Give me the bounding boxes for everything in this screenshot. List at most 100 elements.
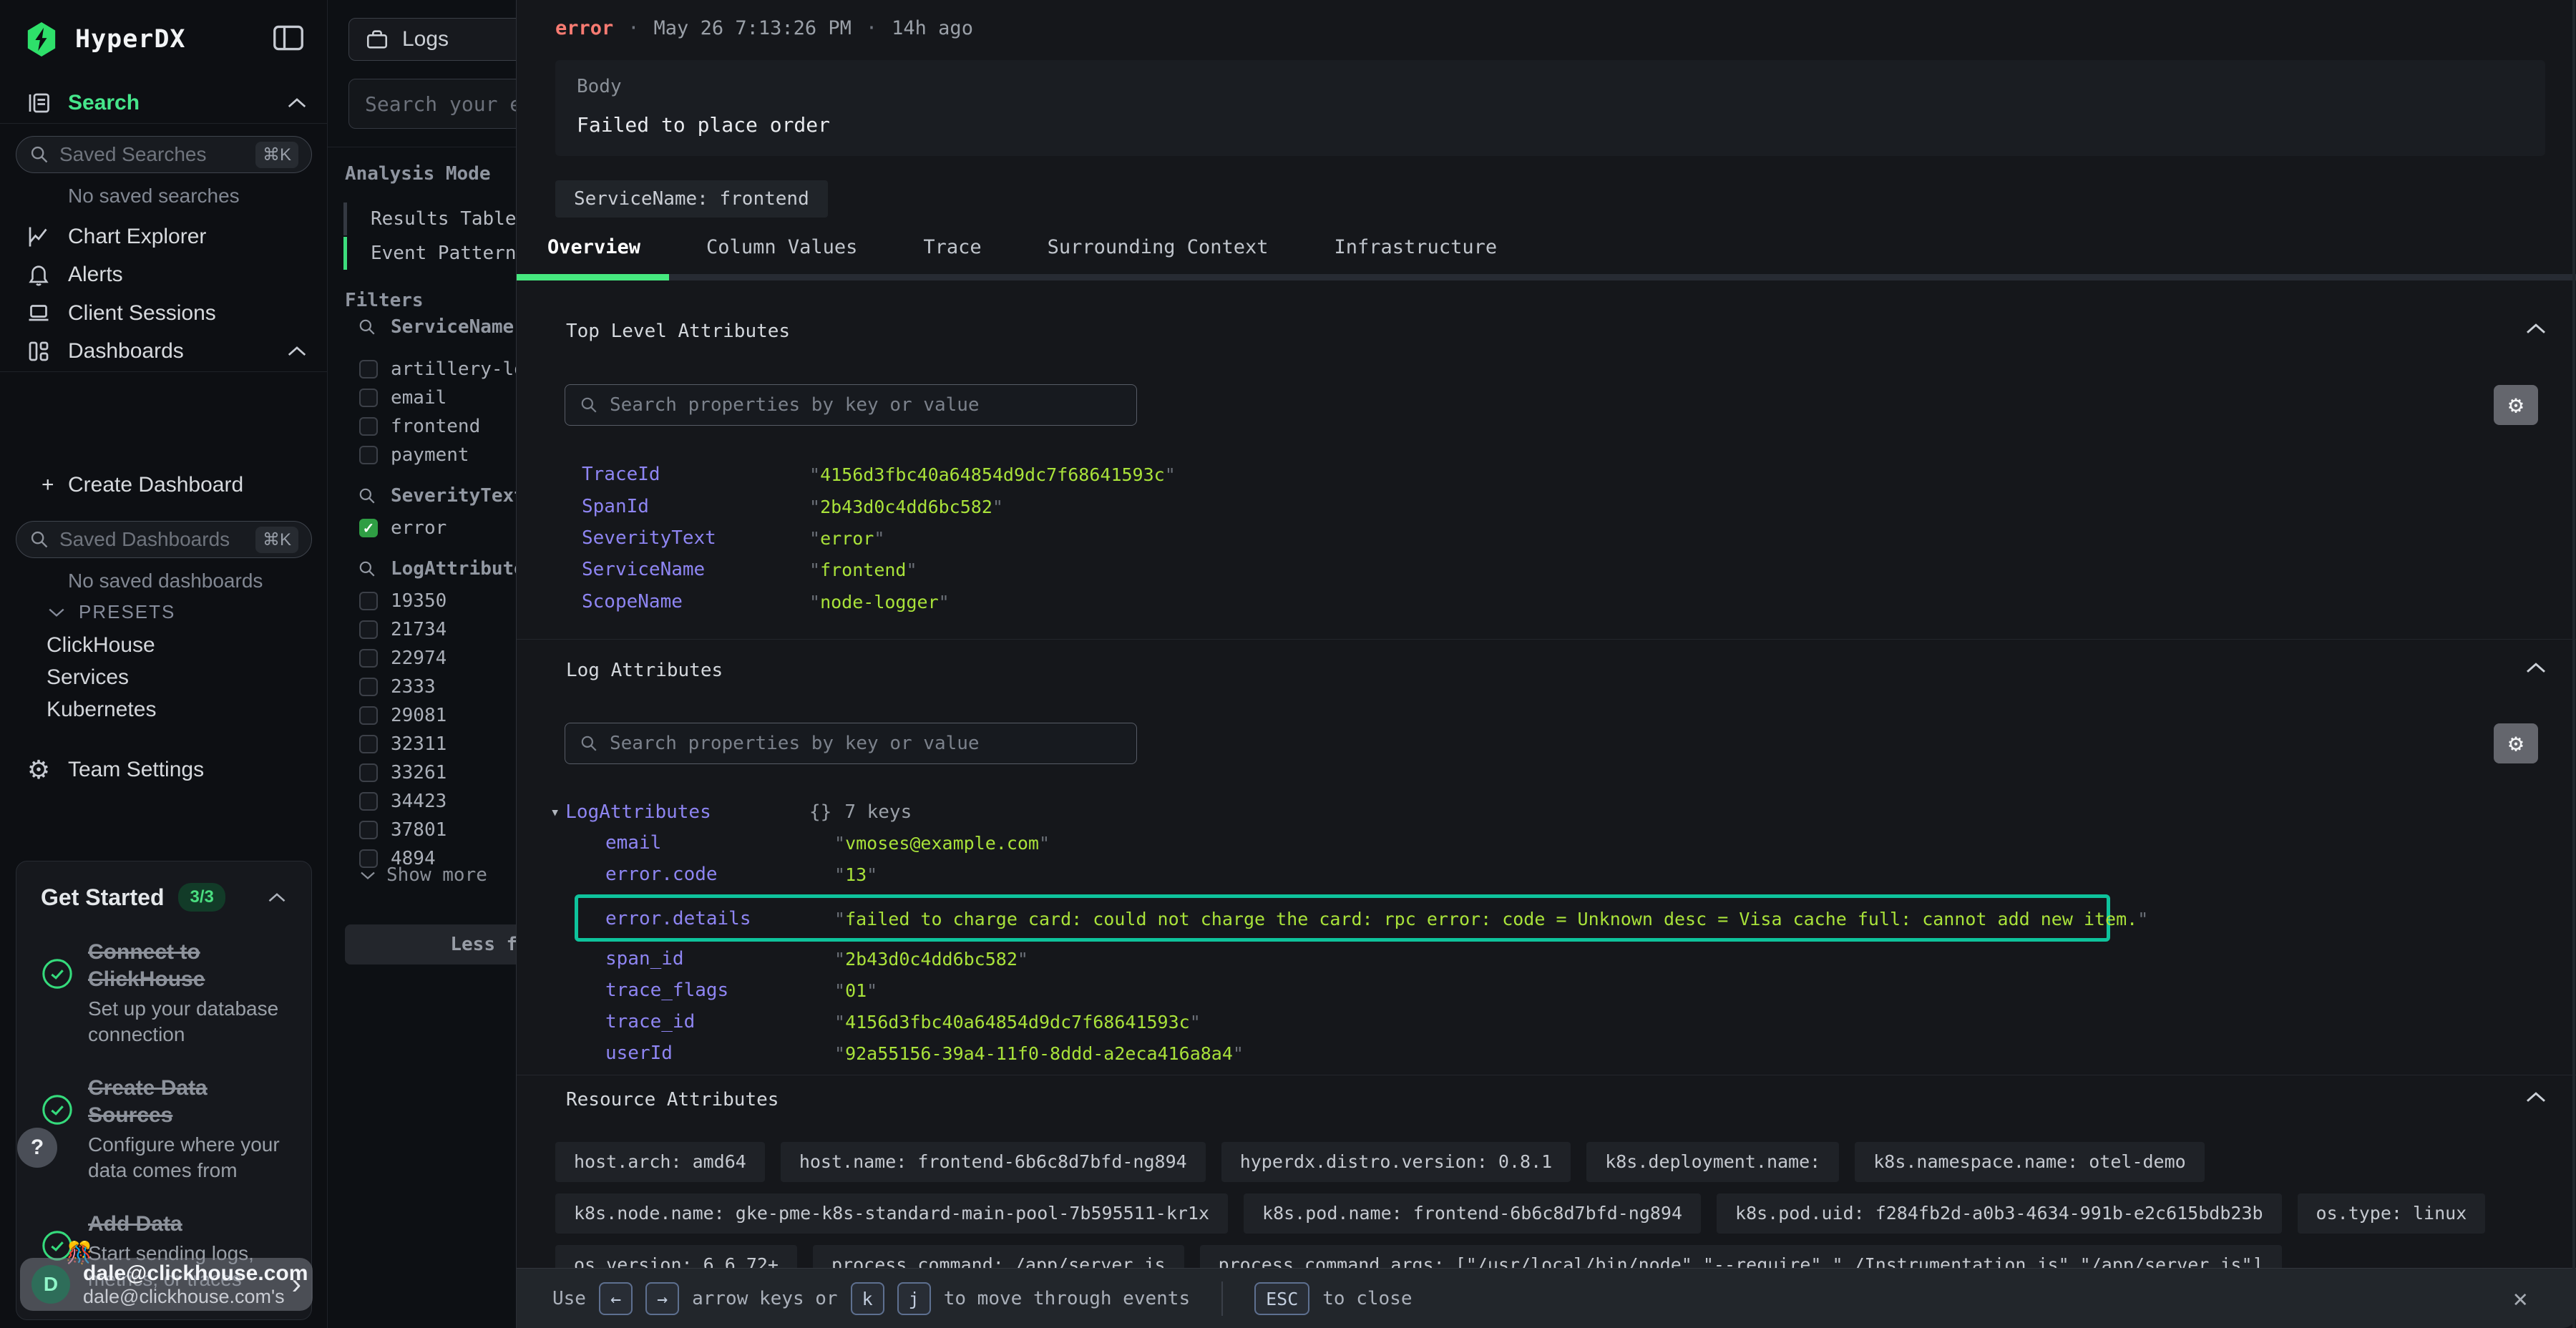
checkbox-icon[interactable] [359, 763, 378, 782]
checkbox-icon[interactable] [359, 792, 378, 811]
filter-group-severitytext[interactable]: SeverityText [358, 485, 516, 507]
resource-chip[interactable]: k8s.pod.name: frontend-6b6c8d7bfd-ng894 [1244, 1193, 1701, 1234]
sidebar-collapse-icon[interactable] [273, 24, 304, 52]
log-attributes-search-input[interactable] [610, 733, 1122, 754]
brand-row[interactable]: HyperDX [25, 21, 186, 57]
source-select[interactable]: Logs [348, 18, 516, 61]
attribute-key[interactable]: email [605, 832, 661, 854]
tab-overview[interactable]: Overview [547, 236, 640, 258]
attribute-key[interactable]: span_id [605, 948, 684, 970]
saved-searches-input[interactable] [59, 143, 245, 166]
filter-option[interactable]: 22974 [359, 644, 447, 673]
close-icon[interactable]: ✕ [2513, 1284, 2527, 1313]
show-more-button[interactable]: Show more [359, 864, 487, 886]
chevron-up-icon[interactable] [286, 97, 308, 109]
filter-option[interactable]: ✓error [359, 514, 447, 542]
resource-chip[interactable]: os.type: linux [2298, 1193, 2486, 1234]
checkbox-icon[interactable] [359, 389, 378, 407]
filter-option[interactable]: payment [359, 441, 469, 469]
checkbox-icon[interactable] [359, 360, 378, 379]
collapse-section-icon[interactable] [2524, 661, 2547, 675]
user-menu[interactable]: D dale@clickhouse.com dale@clickhouse.co… [20, 1258, 313, 1311]
resource-chip[interactable]: k8s.node.name: gke-pme-k8s-standard-main… [555, 1193, 1228, 1234]
saved-dashboards-search[interactable]: ⌘K [16, 521, 312, 558]
collapse-section-icon[interactable] [2524, 1090, 2547, 1104]
filter-option[interactable]: 32311 [359, 730, 447, 758]
attribute-key[interactable]: error.details [605, 908, 751, 929]
checkbox-checked-icon[interactable]: ✓ [359, 519, 378, 537]
sidebar-item-team-settings[interactable]: ⚙ Team Settings [0, 751, 328, 788]
sidebar-item-client-sessions[interactable]: Client Sessions [0, 295, 328, 332]
preset-clickhouse[interactable]: ClickHouse [47, 633, 155, 658]
log-attributes-settings-button[interactable]: ⚙ [2494, 723, 2538, 763]
checkbox-icon[interactable] [359, 649, 378, 668]
attribute-key[interactable]: error.code [605, 864, 718, 885]
resource-chip[interactable]: k8s.deployment.name: [1586, 1142, 1839, 1182]
less-filters-button[interactable]: Less fil [345, 924, 516, 965]
checkbox-icon[interactable] [359, 735, 378, 753]
resource-chip[interactable]: k8s.namespace.name: otel-demo [1855, 1142, 2205, 1182]
help-button[interactable]: ? [17, 1128, 57, 1168]
resource-chip[interactable]: k8s.pod.uid: f284fb2d-a0b3-4634-991b-e2c… [1717, 1193, 2282, 1234]
mode-results-table[interactable]: Results Table [371, 202, 516, 235]
tab-infrastructure[interactable]: Infrastructure [1335, 236, 1498, 258]
service-name-tag[interactable]: ServiceName: frontend [555, 180, 828, 218]
filter-option[interactable]: 37801 [359, 816, 447, 844]
resource-chip[interactable]: hyperdx.distro.version: 0.8.1 [1221, 1142, 1571, 1182]
tab-surrounding-context[interactable]: Surrounding Context [1048, 236, 1269, 258]
filter-option[interactable]: 21734 [359, 615, 447, 644]
tree-expand-icon[interactable]: ▾ [550, 804, 560, 821]
checkbox-icon[interactable] [359, 446, 378, 464]
resource-chip[interactable]: host.name: frontend-6b6c8d7bfd-ng894 [781, 1142, 1206, 1182]
checkbox-icon[interactable] [359, 821, 378, 839]
filter-group-servicename[interactable]: ServiceName [358, 316, 514, 338]
saved-searches-search[interactable]: ⌘K [16, 136, 312, 173]
filter-option[interactable]: 19350 [359, 587, 447, 615]
attribute-key[interactable]: ServiceName [582, 559, 705, 580]
mode-event-patterns[interactable]: Event Patterns [371, 237, 516, 270]
filter-option[interactable]: email [359, 384, 447, 412]
top-level-search-input[interactable] [610, 394, 1122, 416]
resource-chip[interactable]: host.arch: amd64 [555, 1142, 765, 1182]
step-title: Create Data Sources [88, 1076, 208, 1127]
checkbox-icon[interactable] [359, 592, 378, 610]
scrollbar[interactable] [2572, 0, 2575, 1328]
attribute-key[interactable]: userId [605, 1043, 673, 1064]
filter-option[interactable]: 33261 [359, 758, 447, 787]
preset-services[interactable]: Services [47, 665, 129, 690]
attribute-key[interactable]: SeverityText [582, 527, 716, 549]
filter-option[interactable]: 34423 [359, 787, 447, 816]
presets-toggle[interactable]: PRESETS [47, 601, 175, 623]
event-search-input[interactable] [365, 92, 516, 116]
checkbox-icon[interactable] [359, 678, 378, 696]
attribute-key[interactable]: ScopeName [582, 591, 683, 612]
filter-option[interactable]: artillery-loa [359, 355, 516, 384]
collapse-section-icon[interactable] [2524, 322, 2547, 336]
sidebar-item-chart-explorer[interactable]: Chart Explorer [0, 218, 328, 255]
checkbox-icon[interactable] [359, 706, 378, 725]
get-started-step[interactable]: Create Data Sources Configure where your… [41, 1075, 287, 1183]
checkbox-icon[interactable] [359, 417, 378, 436]
sidebar-item-alerts[interactable]: Alerts [0, 256, 328, 293]
tab-column-values[interactable]: Column Values [706, 236, 857, 258]
top-level-settings-button[interactable]: ⚙ [2494, 385, 2538, 425]
filter-option[interactable]: 2333 [359, 673, 436, 701]
attribute-key[interactable]: SpanId [582, 496, 649, 517]
filter-option[interactable]: 29081 [359, 701, 447, 730]
filter-group-logattributes[interactable]: LogAttributes [358, 558, 516, 580]
saved-dashboards-input[interactable] [59, 528, 245, 551]
logattributes-tree-root[interactable]: ▾ LogAttributes [550, 796, 711, 828]
chevron-up-icon[interactable] [286, 345, 308, 358]
tab-trace[interactable]: Trace [923, 236, 981, 258]
preset-kubernetes[interactable]: Kubernetes [47, 698, 156, 722]
create-dashboard-button[interactable]: + Create Dashboard [0, 467, 328, 504]
sidebar-item-search[interactable]: Search [0, 84, 328, 122]
attribute-key[interactable]: trace_flags [605, 980, 728, 1001]
sidebar-item-dashboards[interactable]: Dashboards [0, 333, 328, 370]
attribute-key[interactable]: trace_id [605, 1011, 695, 1032]
attribute-key[interactable]: TraceId [582, 464, 660, 485]
checkbox-icon[interactable] [359, 620, 378, 639]
get-started-step[interactable]: Connect to ClickHouse Set up your databa… [41, 939, 287, 1048]
chevron-up-icon[interactable] [267, 892, 287, 904]
filter-option[interactable]: frontend [359, 412, 480, 441]
